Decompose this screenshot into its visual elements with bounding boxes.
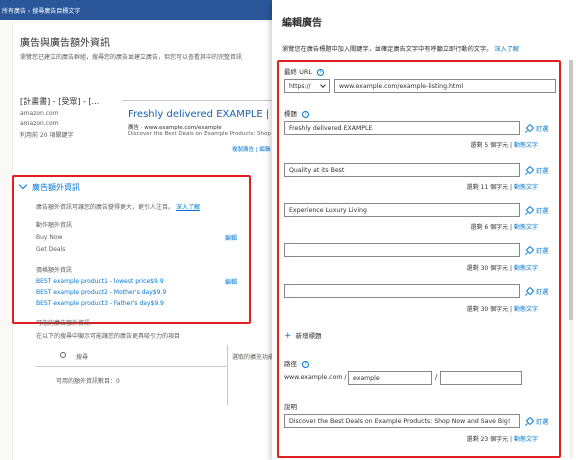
char-count: 還剩 30 個字元 | 動態文字	[466, 265, 538, 272]
pin-icon	[526, 207, 533, 214]
pin-button[interactable]: 釘選	[526, 417, 548, 426]
path-prefix: www.example.com /	[284, 374, 347, 381]
possible-extensions-title: 可能的廣告額外資訊	[36, 320, 91, 327]
headline-input-5[interactable]	[284, 284, 520, 298]
dynamic-text-link[interactable]: 動態文字	[514, 436, 538, 443]
breadcrumb-top[interactable]: 所有廣告 › 搜尋廣告目標文字	[2, 6, 80, 15]
search-icon	[60, 352, 66, 358]
price-item: BEST example product3 - Father's day$9.9	[36, 300, 164, 307]
chevron-down-icon	[18, 180, 28, 190]
scrollbar[interactable]	[569, 60, 573, 458]
protocol-select[interactable]: https://	[284, 79, 330, 93]
path1-input[interactable]: example	[348, 371, 432, 385]
search-placeholder: 搜尋	[76, 354, 89, 361]
pin-button[interactable]: 釘選	[526, 124, 548, 133]
dynamic-text-link[interactable]: 動態文字	[514, 306, 538, 313]
path-label: 路徑?	[284, 358, 309, 368]
dynamic-text-link[interactable]: 動態文字	[514, 224, 538, 231]
price-item: BEST example product2 - Mother's day$9.9	[36, 289, 167, 296]
preview-url: 廣告 · www.example.com/example	[128, 125, 222, 131]
description-input[interactable]: Discover the Best Deals on Example Produ…	[284, 414, 520, 428]
dynamic-text-link[interactable]: 動態文字	[514, 265, 538, 272]
dynamic-text-link[interactable]: 動態文字	[514, 142, 538, 149]
dynamic-text-link[interactable]: 動態文字	[514, 184, 538, 191]
char-count: 還剩 30 個字元 | 動態文字	[466, 306, 538, 313]
char-count: 還剩 5 個字元 | 動態文字	[470, 142, 539, 149]
scrollbar-thumb[interactable]	[569, 60, 573, 320]
path2-input[interactable]	[440, 371, 522, 385]
learn-more-link[interactable]: 深入了解	[176, 204, 200, 211]
headline-input-4[interactable]	[284, 243, 520, 257]
pin-button[interactable]: 釘選	[526, 206, 548, 215]
available-count: 可用的額外資訊數目：0	[56, 378, 120, 385]
learn-more-link[interactable]: 深入了解	[494, 46, 519, 53]
keyword-line: 利用前 20 項關鍵字	[20, 132, 74, 139]
pin-icon	[526, 125, 533, 132]
add-headline-button[interactable]: + 新增標題	[284, 330, 322, 341]
preview-description: Discover the Best Deals on Example Produ…	[128, 131, 285, 137]
callout-edit-link[interactable]: 編輯	[225, 233, 237, 242]
section-description: 瀏覽您已建立的廣告群組，搜尋您的廣告並建立廣告，但您可以查看其中的完整資訊	[20, 54, 243, 61]
price-label: 價格額外資訊	[36, 267, 73, 274]
panel-intro: 瀏覽您在廣告標題中加入關鍵字，並確定廣告文字中有呼籲立即行動的文字。 深入了解	[282, 46, 520, 53]
headline-input-3[interactable]: Experience Luxury Living	[284, 203, 520, 217]
plus-icon: +	[284, 331, 292, 341]
divider	[227, 345, 228, 405]
final-url-label: 最終 URL?	[284, 66, 324, 76]
path-separator: /	[435, 373, 438, 381]
help-icon[interactable]: ?	[316, 68, 324, 76]
pin-icon	[526, 247, 533, 254]
headline-input-1[interactable]: Freshly delivered EXAMPLE	[284, 121, 520, 135]
ad-group-breadcrumb: [計畫書] - [受眾] - [...	[20, 97, 100, 106]
help-icon[interactable]: ?	[302, 360, 309, 368]
extensions-search[interactable]: 搜尋	[36, 345, 226, 367]
callout-label: 動作額外資訊	[36, 222, 73, 229]
pin-icon	[526, 288, 533, 295]
char-count: 還剩 6 個字元 | 動態文字	[470, 224, 539, 231]
help-icon[interactable]: ?	[302, 110, 309, 118]
price-item: BEST example product1 - lowest price$9.9	[36, 278, 164, 285]
form-highlight	[277, 60, 561, 458]
panel-title: 編輯廣告	[282, 18, 322, 29]
callout-item: Buy Now	[36, 234, 63, 241]
description-label: 說明	[284, 403, 297, 411]
headline-input-2[interactable]: Quality at its Best	[284, 163, 520, 177]
pin-button[interactable]: 釘選	[526, 246, 548, 255]
char-count: 還剩 23 個字元 | 動態文字	[466, 436, 538, 443]
edit-ad-panel: 編輯廣告 瀏覽您在廣告標題中加入關鍵字，並確定廣告文字中有呼籲立即行動的文字。 …	[272, 0, 576, 460]
char-count: 還剩 11 個字元 | 動態文字	[466, 184, 538, 191]
callout-item: Get Deals	[36, 246, 66, 253]
pin-button[interactable]: 釘選	[526, 287, 548, 296]
pin-button[interactable]: 釘選	[526, 166, 548, 175]
extensions-header[interactable]: 廣告額外資訊	[18, 180, 80, 193]
pin-icon	[526, 167, 533, 174]
chevron-down-icon	[320, 82, 326, 88]
copy-ad-link[interactable]: 複製廣告 | 編輯	[232, 145, 270, 153]
possible-extensions-desc: 在以下的搜尋中顯示可能讓您的廣告更具吸引力的項目	[36, 333, 181, 340]
extensions-intro: 廣告額外資訊可讓您的廣告變得更大，更引人注目。 深入了解	[36, 204, 200, 211]
domain-line: amazon.com	[20, 120, 59, 127]
price-edit-link[interactable]: 編輯	[225, 277, 237, 286]
headlines-label: 標題?	[284, 108, 309, 118]
domain-line: amazon.com	[20, 110, 59, 117]
section-title: 廣告與廣告額外資訊	[20, 38, 110, 49]
pin-icon	[526, 418, 533, 425]
final-url-input[interactable]: www.example.com/example-listing.html	[334, 79, 556, 93]
